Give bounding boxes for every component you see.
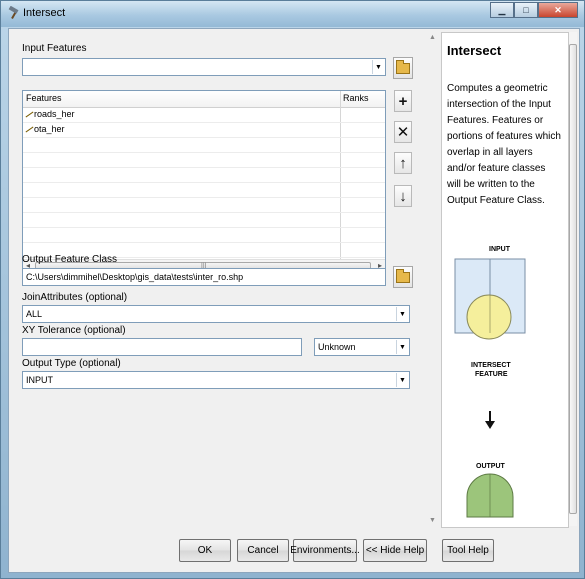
hide-help-button[interactable]: << Hide Help bbox=[363, 539, 427, 562]
chevron-down-icon[interactable]: ▼ bbox=[372, 60, 384, 74]
window-title: Intersect bbox=[23, 7, 66, 19]
scroll-down-icon[interactable]: ▼ bbox=[429, 517, 436, 524]
line-feature-icon bbox=[25, 126, 33, 132]
feature-name: ota_her bbox=[34, 124, 65, 134]
xy-tolerance-label: XY Tolerance (optional) bbox=[22, 325, 126, 336]
arrow-down-icon: ↓ bbox=[399, 187, 407, 205]
output-type-value: INPUT bbox=[26, 375, 53, 385]
feature-cell: ota_her bbox=[25, 124, 65, 134]
folder-open-icon bbox=[396, 268, 410, 283]
table-row[interactable] bbox=[23, 198, 385, 213]
table-row[interactable] bbox=[23, 213, 385, 228]
intersect-diagram: INPUT INTERSECT FEATURE OUTPUT bbox=[454, 246, 526, 518]
tool-help-button[interactable]: Tool Help bbox=[442, 539, 494, 562]
output-feature-class-label: Output Feature Class bbox=[22, 254, 118, 265]
cancel-button[interactable]: Cancel bbox=[237, 539, 289, 562]
diagram-input-label: INPUT bbox=[489, 246, 511, 253]
diagram-feature-label: FEATURE bbox=[475, 371, 508, 378]
xy-tolerance-unit-value: Unknown bbox=[318, 342, 356, 352]
help-vertical-scrollbar[interactable] bbox=[569, 32, 577, 526]
ok-button[interactable]: OK bbox=[179, 539, 231, 562]
move-down-button[interactable]: ↓ bbox=[394, 185, 412, 207]
table-row[interactable] bbox=[23, 153, 385, 168]
table-row[interactable] bbox=[23, 138, 385, 153]
maximize-button[interactable]: □ bbox=[514, 2, 538, 18]
dialog-button-bar: OK Cancel Environments... << Hide Help T… bbox=[9, 529, 579, 572]
join-attributes-value: ALL bbox=[26, 309, 43, 319]
output-type-select[interactable]: INPUT ▼ bbox=[22, 371, 410, 389]
xy-tolerance-input[interactable] bbox=[22, 338, 302, 356]
parameters-pane: Input Features ▼ Features Ranks roads_he… bbox=[9, 29, 427, 529]
table-row[interactable] bbox=[23, 168, 385, 183]
table-row[interactable] bbox=[23, 183, 385, 198]
title-bar[interactable]: Intersect ▁ □ ✕ bbox=[1, 1, 584, 27]
input-features-label: Input Features bbox=[22, 43, 87, 54]
close-icon: ✕ bbox=[396, 124, 410, 141]
close-button[interactable]: ✕ bbox=[538, 2, 578, 18]
maximize-icon: □ bbox=[523, 5, 529, 15]
chevron-down-icon[interactable]: ▼ bbox=[396, 340, 408, 354]
arrow-up-icon: ↑ bbox=[399, 154, 407, 172]
help-description: Computes a geometric intersection of the… bbox=[447, 83, 561, 206]
table-row[interactable]: roads_her bbox=[23, 108, 385, 123]
browse-output-button[interactable] bbox=[393, 266, 413, 288]
environments-button[interactable]: Environments... bbox=[290, 539, 360, 562]
minimize-icon: ▁ bbox=[498, 4, 506, 15]
chevron-down-icon[interactable]: ▼ bbox=[396, 373, 408, 387]
browse-input-button[interactable] bbox=[393, 57, 413, 79]
feature-cell: roads_her bbox=[25, 109, 75, 119]
column-header-features[interactable]: Features bbox=[26, 93, 62, 103]
folder-open-icon bbox=[396, 59, 410, 74]
move-up-button[interactable]: ↑ bbox=[394, 152, 412, 174]
line-feature-icon bbox=[25, 111, 33, 117]
intersect-feature-circle bbox=[466, 294, 512, 340]
minimize-button[interactable]: ▁ bbox=[490, 2, 514, 18]
output-feature-class-input[interactable]: C:\Users\dimmihel\Desktop\gis_data\tests… bbox=[22, 268, 386, 286]
scrollbar-thumb[interactable] bbox=[569, 44, 577, 514]
output-feature-class-value: C:\Users\dimmihel\Desktop\gis_data\tests… bbox=[26, 272, 244, 282]
diagram-output-label: OUTPUT bbox=[476, 463, 506, 470]
xy-tolerance-unit-select[interactable]: Unknown ▼ bbox=[314, 338, 410, 356]
add-row-button[interactable]: + bbox=[394, 90, 412, 112]
join-attributes-select[interactable]: ALL ▼ bbox=[22, 305, 410, 323]
input-features-combo[interactable]: ▼ bbox=[22, 58, 386, 76]
close-icon: ✕ bbox=[554, 4, 562, 15]
join-attributes-label: JoinAttributes (optional) bbox=[22, 292, 128, 303]
output-type-label: Output Type (optional) bbox=[22, 358, 121, 369]
hammer-icon bbox=[8, 6, 19, 19]
intersect-dialog: Intersect ▁ □ ✕ Input Features ▼ Feature… bbox=[0, 0, 585, 579]
remove-row-button[interactable]: ✕ bbox=[394, 121, 412, 143]
table-row[interactable] bbox=[23, 228, 385, 243]
parameters-vertical-scrollbar[interactable]: ▲ ▼ bbox=[428, 32, 438, 526]
plus-icon: + bbox=[398, 92, 408, 110]
help-pane: Intersect Computes a geometric intersect… bbox=[441, 32, 569, 528]
arrow-down-icon bbox=[485, 421, 495, 429]
help-title: Intersect bbox=[447, 43, 502, 58]
features-table[interactable]: Features Ranks roads_her ota_her ◂ ||| ▸ bbox=[22, 90, 386, 275]
diagram-intersect-label: INTERSECT bbox=[471, 362, 511, 369]
features-table-header: Features Ranks bbox=[23, 91, 385, 108]
feature-name: roads_her bbox=[34, 109, 75, 119]
column-header-ranks[interactable]: Ranks bbox=[343, 93, 369, 103]
dialog-client-area: Input Features ▼ Features Ranks roads_he… bbox=[8, 28, 580, 573]
scroll-up-icon[interactable]: ▲ bbox=[429, 34, 436, 41]
chevron-down-icon[interactable]: ▼ bbox=[396, 307, 408, 321]
table-row[interactable]: ota_her bbox=[23, 123, 385, 138]
